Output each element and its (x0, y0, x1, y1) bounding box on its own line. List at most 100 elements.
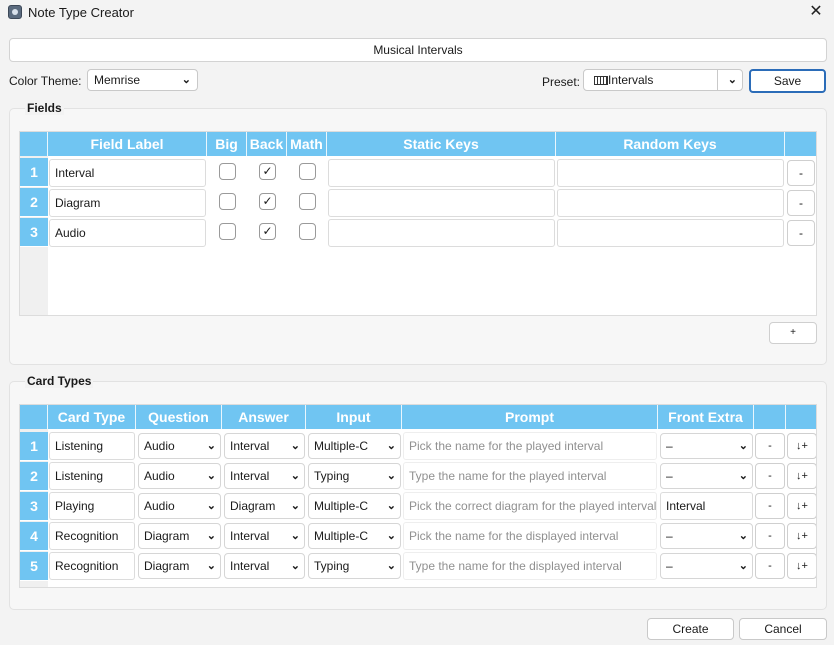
big-checkbox[interactable] (219, 163, 236, 180)
math-checkbox[interactable] (299, 193, 316, 210)
field-label-text: Interval (55, 166, 95, 180)
chevron-down-icon: ⌄ (386, 560, 396, 572)
move-down-button[interactable]: ↓+ (787, 553, 816, 579)
cancel-button[interactable]: Cancel (739, 618, 827, 640)
front-extra-select[interactable]: – ⌄ (660, 433, 753, 459)
front-extra-select[interactable]: – ⌄ (660, 523, 753, 549)
remove-card-type-button[interactable]: - (755, 463, 785, 489)
big-checkbox[interactable] (219, 193, 236, 210)
remove-field-button[interactable]: - (787, 190, 815, 216)
remove-field-button[interactable]: - (787, 160, 815, 186)
answer-select[interactable]: Diagram ⌄ (224, 493, 305, 519)
chevron-down-icon: ⌄ (386, 470, 396, 482)
question-select[interactable]: Diagram ⌄ (138, 553, 221, 579)
question-select[interactable]: Audio ⌄ (138, 433, 221, 459)
row-number: 2 (20, 462, 48, 491)
fields-table: Field Label Big Back Math Static Keys Ra… (19, 131, 817, 316)
remove-card-type-button[interactable]: - (755, 523, 785, 549)
random-keys-input[interactable] (557, 159, 784, 187)
math-checkbox[interactable] (299, 223, 316, 240)
question-value: Diagram (144, 529, 190, 543)
question-select[interactable]: Audio ⌄ (138, 493, 221, 519)
card-type-input[interactable]: Listening (49, 462, 135, 490)
chevron-down-icon: ⌄ (738, 560, 748, 572)
chevron-down-icon: ⌄ (386, 530, 396, 542)
random-keys-input[interactable] (557, 219, 784, 247)
front-extra-value: – (666, 529, 673, 543)
random-keys-input[interactable] (557, 189, 784, 217)
save-button[interactable]: Save (749, 69, 826, 93)
move-down-button[interactable]: ↓+ (787, 433, 816, 459)
create-button[interactable]: Create (647, 618, 734, 640)
back-checkbox[interactable]: ✓ (259, 223, 276, 240)
input-value: Multiple-C (314, 499, 369, 513)
static-keys-input[interactable] (328, 159, 555, 187)
back-checkbox[interactable]: ✓ (259, 193, 276, 210)
close-button[interactable]: ✕ (804, 1, 828, 23)
static-keys-input[interactable] (328, 189, 555, 217)
card-type-input[interactable]: Playing (49, 492, 135, 520)
front-extra-select[interactable]: – ⌄ (660, 463, 753, 489)
remove-card-type-button[interactable]: - (755, 493, 785, 519)
answer-select[interactable]: Interval ⌄ (224, 523, 305, 549)
answer-select[interactable]: Interval ⌄ (224, 433, 305, 459)
row-number: 1 (20, 432, 48, 461)
add-field-button[interactable]: + (769, 322, 817, 344)
preset-select[interactable]: Intervals ⌄ (583, 69, 743, 91)
header-static-keys: Static Keys (327, 132, 556, 156)
chevron-down-icon: ⌄ (738, 530, 748, 542)
color-theme-select[interactable]: Memrise ⌄ (87, 69, 198, 91)
header-prompt: Prompt (402, 405, 658, 429)
input-select[interactable]: Multiple-C ⌄ (308, 493, 401, 519)
card-type-text: Recognition (55, 559, 119, 573)
prompt-input[interactable]: Pick the name for the played interval (403, 432, 657, 460)
field-label-input[interactable]: Audio (49, 219, 206, 247)
app-icon (8, 5, 22, 19)
question-select[interactable]: Audio ⌄ (138, 463, 221, 489)
card-type-input[interactable]: Listening (49, 432, 135, 460)
back-checkbox[interactable]: ✓ (259, 163, 276, 180)
color-theme-value: Memrise (94, 73, 141, 87)
prompt-input[interactable]: Pick the name for the displayed interval (403, 522, 657, 550)
input-select[interactable]: Typing ⌄ (308, 463, 401, 489)
divider (717, 70, 718, 90)
question-select[interactable]: Diagram ⌄ (138, 523, 221, 549)
remove-card-type-button[interactable]: - (755, 433, 785, 459)
move-down-button[interactable]: ↓+ (787, 523, 816, 549)
prompt-input[interactable]: Pick the correct diagram for the played … (403, 492, 657, 520)
remove-field-button[interactable]: - (787, 220, 815, 246)
header-big: Big (207, 132, 247, 156)
question-value: Audio (144, 469, 175, 483)
move-down-button[interactable]: ↓+ (787, 463, 816, 489)
front-extra-input[interactable]: Interval (660, 492, 753, 520)
field-label-input[interactable]: Interval (49, 159, 206, 187)
answer-value: Diagram (230, 499, 276, 513)
big-checkbox[interactable] (219, 223, 236, 240)
answer-select[interactable]: Interval ⌄ (224, 553, 305, 579)
question-value: Diagram (144, 559, 190, 573)
answer-select[interactable]: Interval ⌄ (224, 463, 305, 489)
chevron-down-icon[interactable]: ⌄ (728, 70, 737, 90)
move-down-button[interactable]: ↓+ (787, 493, 816, 519)
remove-card-type-button[interactable]: - (755, 553, 785, 579)
note-type-name-input[interactable]: Musical Intervals (9, 38, 827, 62)
card-type-input[interactable]: Recognition (49, 552, 135, 580)
card-type-text: Listening (55, 439, 104, 453)
chevron-down-icon: ⌄ (290, 560, 300, 572)
card-type-input[interactable]: Recognition (49, 522, 135, 550)
chevron-down-icon: ⌄ (290, 470, 300, 482)
input-select[interactable]: Multiple-C ⌄ (308, 523, 401, 549)
prompt-input[interactable]: Type the name for the played interval (403, 462, 657, 490)
front-extra-select[interactable]: – ⌄ (660, 553, 753, 579)
header-random-keys: Random Keys (556, 132, 785, 156)
color-theme-label: Color Theme: (9, 74, 82, 88)
front-extra-value: – (666, 439, 673, 453)
input-select[interactable]: Multiple-C ⌄ (308, 433, 401, 459)
static-keys-input[interactable] (328, 219, 555, 247)
corner-header (20, 132, 48, 156)
input-select[interactable]: Typing ⌄ (308, 553, 401, 579)
field-label-input[interactable]: Diagram (49, 189, 206, 217)
question-value: Audio (144, 439, 175, 453)
prompt-input[interactable]: Type the name for the displayed interval (403, 552, 657, 580)
math-checkbox[interactable] (299, 163, 316, 180)
